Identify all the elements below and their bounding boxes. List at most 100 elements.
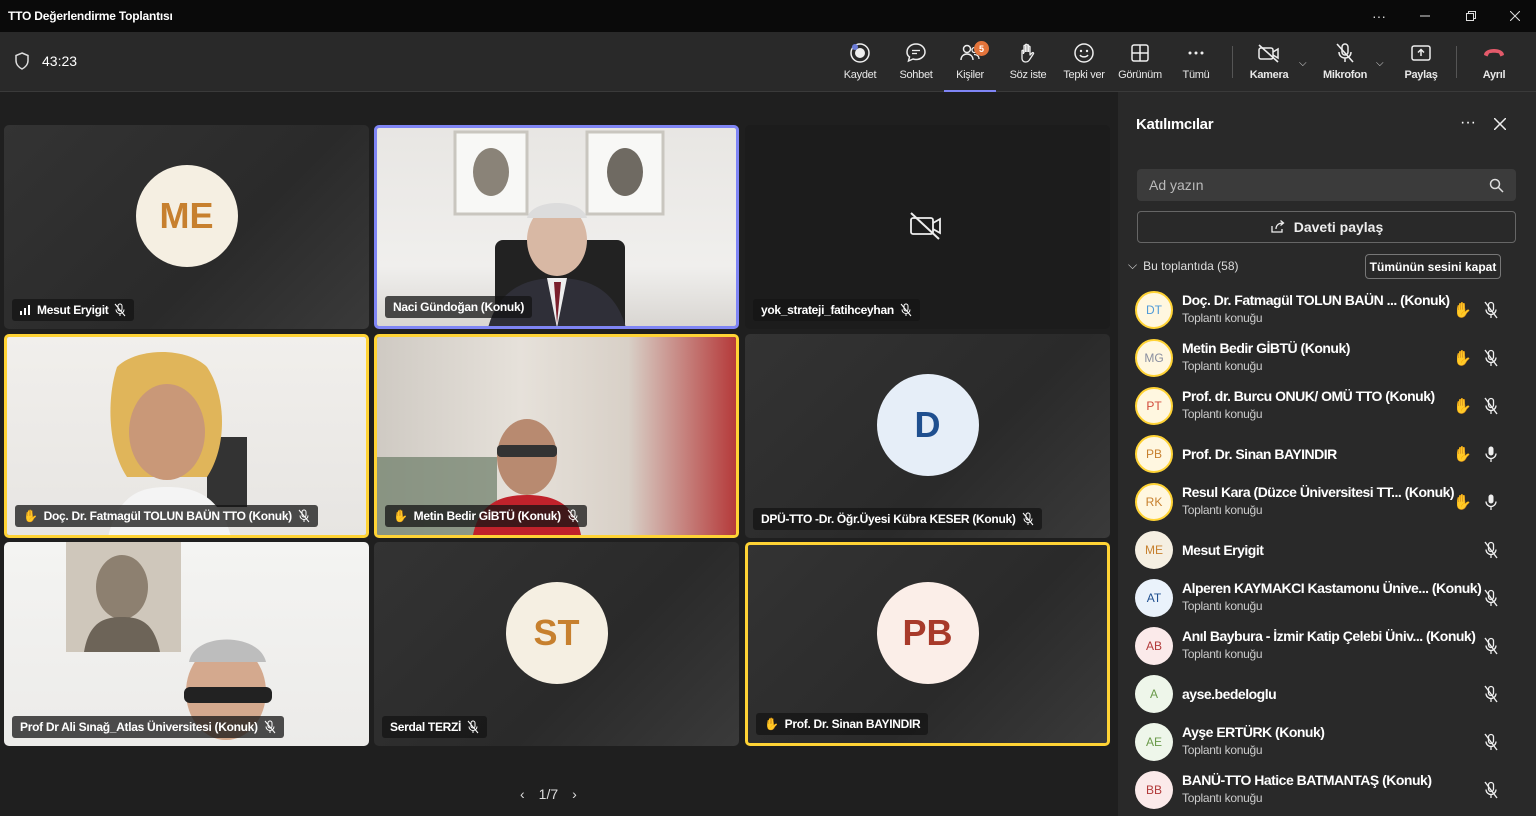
mic-off-icon[interactable] <box>1483 781 1499 804</box>
ellipsis-icon <box>1188 51 1204 55</box>
video-tile[interactable]: ✋ Metin Bedir GİBTÜ (Konuk) <box>374 334 739 538</box>
participant-name-bar: ✋ Doç. Dr. Fatmagül TOLUN BAÜN TTO (Konu… <box>15 505 318 527</box>
avatar: ME <box>1135 531 1173 569</box>
react-button[interactable]: Tepki ver <box>1056 40 1112 88</box>
participant-name-bar: Prof Dr Ali Sınağ_Atlas Üniversitesi (Ko… <box>12 716 284 738</box>
more-options-icon[interactable]: ··· <box>1356 0 1402 32</box>
mic-off-icon[interactable] <box>1483 733 1499 756</box>
mute-all-button[interactable]: Tümünün sesini kapat <box>1365 254 1501 279</box>
mic-options-chevron-icon[interactable]: ⌵ <box>1376 58 1384 69</box>
video-tile[interactable]: yok_strateji_fatihceyhan <box>745 125 1110 329</box>
mic-off-icon <box>1022 512 1033 526</box>
search-icon <box>1489 178 1504 193</box>
video-tile[interactable]: ✋ Doç. Dr. Fatmagül TOLUN BAÜN TTO (Konu… <box>4 334 369 538</box>
hand-raised-icon: ✋ <box>1453 302 1472 319</box>
participant-row[interactable]: AT Alperen KAYMAKCI Kastamonu Ünive... (K… <box>1118 574 1536 622</box>
mic-off-icon <box>900 303 912 317</box>
close-window-button[interactable] <box>1492 0 1536 32</box>
participant-row[interactable]: PT Prof. dr. Burcu ONUK/ OMÜ TTO (Konuk) T… <box>1118 382 1536 430</box>
mic-off-icon[interactable] <box>1483 541 1499 564</box>
hand-raised-icon: ✋ <box>1453 446 1472 463</box>
share-button[interactable]: Paylaş <box>1393 40 1449 88</box>
mic-button[interactable]: Mikrofon <box>1317 40 1373 88</box>
participant-name: Ayşe ERTÜRK (Konuk) <box>1182 724 1325 740</box>
mic-icon[interactable] <box>1483 445 1499 468</box>
next-page-chevron-icon[interactable]: › <box>572 786 577 802</box>
avatar: PT <box>1135 387 1173 425</box>
raise-hand-button[interactable]: Söz iste <box>1000 40 1056 88</box>
participant-name-bar: Serdal TERZİ <box>382 716 488 738</box>
minimize-button[interactable] <box>1402 0 1448 32</box>
people-count-badge: 5 <box>974 41 989 56</box>
camera-options-chevron-icon[interactable]: ⌵ <box>1299 58 1307 69</box>
page-indicator: 1/7 <box>538 786 559 802</box>
section-header[interactable]: ⌵ Bu toplantıda (58) <box>1128 258 1239 273</box>
video-tile[interactable]: Prof Dr Ali Sınağ_Atlas Üniversitesi (Ko… <box>4 542 369 746</box>
signal-icon <box>20 305 30 315</box>
participant-row[interactable]: Aayse.bedeloglu <box>1118 670 1536 718</box>
record-icon <box>850 43 870 63</box>
toolbar-separator <box>1232 46 1233 78</box>
timer-text: 43:23 <box>42 53 78 69</box>
hand-icon <box>1021 43 1035 63</box>
mic-off-icon[interactable] <box>1483 685 1499 708</box>
mic-off-icon[interactable] <box>1483 397 1499 420</box>
participant-name: Prof. dr. Burcu ONUK/ OMÜ TTO (Konuk) <box>1182 388 1435 404</box>
panel-title: Katılımcılar <box>1136 116 1214 133</box>
participant-row[interactable]: RK Resul Kara (Düzce Üniversitesi TT... (… <box>1118 478 1536 526</box>
participant-row[interactable]: MG Metin Bedir GİBTÜ (Konuk) Toplantı konu… <box>1118 334 1536 382</box>
avatar: AT <box>1135 579 1173 617</box>
restore-button[interactable] <box>1448 0 1494 32</box>
avatar: D <box>876 374 979 476</box>
camera-off-icon <box>910 212 941 240</box>
avatar: A <box>1135 675 1173 713</box>
participant-role: Toplantı konuğu <box>1182 407 1263 421</box>
camera-button[interactable]: Kamera <box>1241 40 1297 88</box>
emoji-icon <box>1074 43 1094 63</box>
video-tile[interactable]: ME Mesut Eryigit <box>4 125 369 329</box>
participant-row[interactable]: PB Prof. Dr. Sinan BAYINDIR ✋ <box>1118 430 1536 478</box>
people-button[interactable]: 5 Kişiler <box>944 40 996 92</box>
participant-row[interactable]: BB BANÜ-TTO Hatice BATMANTAŞ (Konuk) Topla… <box>1118 766 1536 814</box>
avatar: RK <box>1135 483 1173 521</box>
leave-button[interactable]: Ayrıl <box>1466 40 1522 88</box>
avatar: PB <box>1135 435 1173 473</box>
close-panel-icon[interactable] <box>1494 118 1506 130</box>
avatar: MG <box>1135 339 1173 377</box>
title-bar: TTO Değerlendirme Toplantısı ··· <box>0 0 1536 32</box>
participant-name: Mesut Eryigit <box>1182 542 1264 558</box>
avatar: AE <box>1135 723 1173 761</box>
previous-page-chevron-icon[interactable]: ‹ <box>520 786 525 802</box>
participant-row[interactable]: DT Doç. Dr. Fatmagül TOLUN BAÜN ... (Konu… <box>1118 286 1536 334</box>
participant-row[interactable]: ME Mesut Eryigit <box>1118 526 1536 574</box>
video-tile[interactable]: PB ✋ Prof. Dr. Sinan BAYINDIR <box>745 542 1110 746</box>
video-tile[interactable]: ST Serdal TERZİ <box>374 542 739 746</box>
participant-name-bar: ✋ Prof. Dr. Sinan BAYINDIR <box>756 713 929 735</box>
record-button[interactable]: Kaydet <box>832 40 888 88</box>
participant-name: Alperen KAYMAKCI Kastamonu Ünive... (Kon… <box>1182 580 1482 596</box>
participant-row[interactable]: AE Ayşe ERTÜRK (Konuk) Toplantı konuğu <box>1118 718 1536 766</box>
mic-off-icon[interactable] <box>1483 349 1499 372</box>
chevron-down-icon: ⌵ <box>1128 258 1138 272</box>
share-invite-button[interactable]: Daveti paylaş <box>1137 211 1516 243</box>
view-button[interactable]: Görünüm <box>1112 40 1168 88</box>
participant-name-bar: Mesut Eryigit <box>12 299 135 321</box>
mic-off-icon[interactable] <box>1483 301 1499 324</box>
panel-more-options-icon[interactable]: ··· <box>1460 114 1476 132</box>
mic-off-icon[interactable] <box>1483 637 1499 660</box>
video-tile[interactable]: D DPÜ-TTO -Dr. Öğr.Üyesi Kübra KESER (Ko… <box>745 334 1110 538</box>
hand-raised-icon: ✋ <box>23 509 38 523</box>
share-screen-icon <box>1411 45 1431 61</box>
participant-row[interactable]: AB Anıl Baybura - İzmir Katip Çelebi Üniv… <box>1118 622 1536 670</box>
participant-name: Anıl Baybura - İzmir Katip Çelebi Üniv..… <box>1182 628 1476 644</box>
search-input[interactable]: Ad yazın <box>1137 169 1516 201</box>
mic-icon[interactable] <box>1483 493 1499 516</box>
mic-off-icon[interactable] <box>1483 589 1499 612</box>
hand-raised-icon: ✋ <box>1453 494 1472 511</box>
gallery-pager: ‹ 1/7 › <box>520 786 577 802</box>
chat-button[interactable]: Sohbet <box>888 40 944 88</box>
more-actions-button[interactable]: Tümü <box>1168 40 1224 88</box>
video-tile[interactable]: Naci Gündoğan (Konuk) <box>374 125 739 329</box>
hand-raised-icon: ✋ <box>764 717 779 731</box>
toolbar-separator <box>1456 46 1457 78</box>
